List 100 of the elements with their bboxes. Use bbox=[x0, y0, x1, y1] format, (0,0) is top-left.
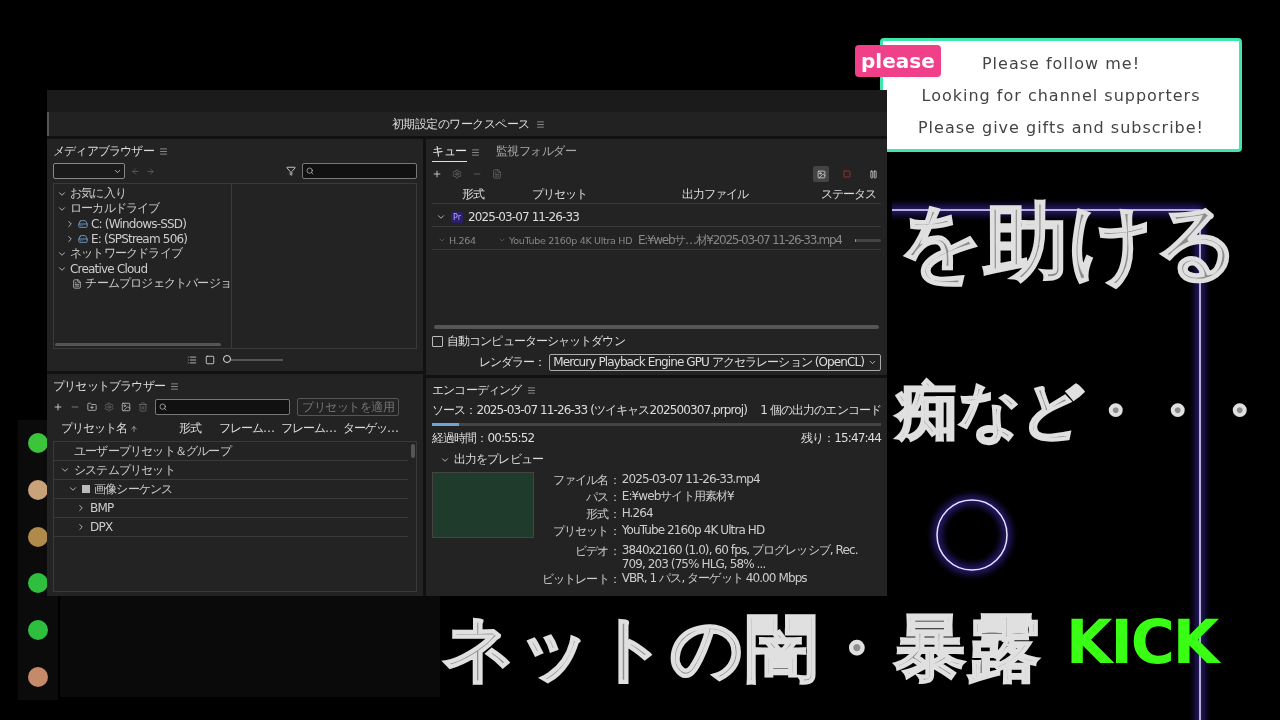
column-header[interactable]: 形式 bbox=[179, 420, 219, 437]
panel-tab[interactable]: 監視フォルダー bbox=[495, 143, 576, 162]
column-header[interactable]: ターゲッ… bbox=[343, 420, 417, 437]
preset-tree-item[interactable]: BMP bbox=[90, 501, 114, 515]
detail-label: プリセット： bbox=[552, 523, 620, 540]
sort-arrow-icon bbox=[130, 424, 138, 433]
search-icon bbox=[159, 403, 167, 411]
preset-tree-item[interactable]: 画像シーケンス bbox=[94, 480, 173, 498]
app-badge: Pr bbox=[451, 211, 463, 223]
chevron-down-icon[interactable] bbox=[68, 484, 78, 494]
tree-item[interactable]: E: (SPStream 506) bbox=[91, 231, 188, 246]
menu-icon[interactable] bbox=[158, 146, 168, 156]
square-icon bbox=[82, 485, 90, 493]
column-header[interactable]: ステータス bbox=[821, 186, 881, 203]
source-text: ソース：2025-03-07 11-26-33 (ツイキャス202500307.prproj) bbox=[432, 402, 747, 419]
chevron-right-icon[interactable] bbox=[76, 522, 86, 532]
detail-value: VBR, 1 パス, ターゲット 40.00 Mbps bbox=[621, 571, 808, 587]
slider-thumb[interactable] bbox=[223, 355, 231, 363]
chevron-right-icon[interactable] bbox=[65, 233, 75, 244]
filter-icon[interactable] bbox=[286, 166, 296, 176]
detail-value: YouTube 2160p 4K Ultra HD bbox=[621, 523, 766, 539]
tree-item[interactable]: Creative Cloud bbox=[70, 261, 148, 276]
emote-icon bbox=[28, 433, 48, 454]
checkbox[interactable] bbox=[432, 336, 443, 347]
renderer-dropdown[interactable]: Mercury Playback Engine GPU アクセラレーション (OpenCL) bbox=[549, 354, 881, 371]
plus-icon[interactable] bbox=[53, 402, 63, 412]
column-header[interactable]: 形式 bbox=[462, 186, 532, 203]
card-text: Please give gifts and subscribe! bbox=[917, 117, 1204, 137]
stop-icon bbox=[843, 170, 851, 178]
output-count: 1 個の出力のエンコード bbox=[760, 402, 881, 419]
detail-label: パス： bbox=[585, 489, 620, 506]
column-header[interactable]: プリセット bbox=[532, 186, 682, 203]
detail-label: ビデオ： bbox=[574, 543, 620, 560]
headline-text: ネットの闇・暴露 bbox=[442, 612, 1042, 684]
scrollbar[interactable] bbox=[55, 343, 221, 346]
detail-value: 2025-03-07 11-26-33.mp4 bbox=[621, 472, 761, 488]
chevron-down-icon[interactable] bbox=[60, 465, 70, 475]
tree-item[interactable]: お気に入り bbox=[70, 185, 126, 202]
panel-title: プリセットブラウザー bbox=[53, 377, 165, 395]
preset-tree-item[interactable]: DPX bbox=[90, 520, 113, 534]
detail-label: ビットレート： bbox=[542, 571, 620, 588]
remaining-time: 残り：15:47:44 bbox=[801, 430, 881, 447]
scrollbar[interactable] bbox=[434, 325, 879, 329]
panel-tab[interactable]: キュー bbox=[432, 143, 467, 162]
plus-icon[interactable] bbox=[432, 169, 442, 179]
pause-icon bbox=[868, 169, 878, 179]
document-icon bbox=[72, 278, 83, 289]
column-header[interactable]: プリセット名 bbox=[61, 420, 127, 437]
emote-icon bbox=[28, 573, 48, 594]
menu-icon[interactable] bbox=[170, 381, 179, 391]
search-field[interactable] bbox=[155, 399, 290, 415]
detail-label: ファイル名： bbox=[552, 472, 620, 489]
tree-item[interactable]: ローカルドライブ bbox=[70, 200, 160, 217]
emote-icon bbox=[28, 480, 48, 500]
menu-icon[interactable] bbox=[470, 148, 480, 157]
encoder-toggle-button[interactable] bbox=[813, 166, 829, 182]
chevron-right-icon[interactable] bbox=[65, 218, 75, 229]
chevron-down-icon[interactable] bbox=[436, 212, 446, 222]
tree-item[interactable]: C: (Windows-SSD) bbox=[91, 216, 187, 231]
renderer-label: レンダラー： bbox=[478, 354, 546, 371]
folder-icon[interactable] bbox=[87, 402, 97, 412]
chevron-right-icon[interactable] bbox=[76, 503, 86, 513]
column-header[interactable]: フレーム… bbox=[281, 420, 343, 437]
format-value[interactable]: H.264 bbox=[449, 234, 476, 246]
tree-item[interactable]: チームプロジェクトバージョ bbox=[85, 275, 231, 292]
elapsed-time: 経過時間：00:55:52 bbox=[432, 430, 535, 447]
preset-tree-item[interactable]: システムプリセット bbox=[74, 461, 175, 479]
output-file-path[interactable]: E:¥webサ…材¥2025-03-07 11-26-33.mp4 bbox=[638, 231, 853, 249]
workspace-title[interactable]: 初期設定のワークスペース bbox=[391, 115, 530, 133]
menu-icon[interactable] bbox=[535, 119, 545, 129]
emote-icon bbox=[28, 619, 48, 640]
drive-icon bbox=[78, 233, 88, 244]
column-header[interactable]: フレーム… bbox=[219, 420, 281, 437]
emote-icon bbox=[28, 526, 48, 547]
detail-value: H.264 bbox=[621, 506, 654, 522]
drive-icon bbox=[78, 218, 88, 229]
preset-value[interactable]: YouTube 2160p 4K Ultra HD bbox=[509, 234, 633, 246]
label-badge: please bbox=[855, 45, 941, 77]
search-field[interactable] bbox=[302, 163, 417, 179]
preset-tree-item[interactable]: ユーザープリセット＆グループ bbox=[74, 442, 231, 460]
emote-icon bbox=[28, 666, 48, 687]
search-icon bbox=[306, 167, 314, 175]
thumbnail-view-icon[interactable] bbox=[205, 355, 215, 365]
column-header[interactable]: 出力ファイル bbox=[682, 186, 821, 203]
tree-item[interactable]: ネットワークドライブ bbox=[70, 245, 182, 262]
image-icon bbox=[816, 169, 826, 179]
location-dropdown[interactable] bbox=[53, 163, 125, 179]
panel-title: メディアブラウザー bbox=[53, 142, 154, 160]
chevron-down-icon bbox=[868, 358, 877, 367]
trash-icon[interactable] bbox=[138, 402, 148, 412]
queue-group-name[interactable]: 2025-03-07 11-26-33 bbox=[468, 210, 579, 224]
menu-icon[interactable] bbox=[526, 385, 536, 395]
list-view-icon[interactable] bbox=[187, 355, 197, 365]
card-text: Looking for channel supporters bbox=[921, 85, 1201, 105]
card-text: Please follow me! bbox=[981, 53, 1141, 73]
preview-toggle[interactable]: 出力をプレビュー bbox=[454, 451, 543, 468]
checkbox-label: 自動コンピューターシャットダウン bbox=[447, 333, 625, 350]
detail-label: 形式： bbox=[585, 506, 620, 523]
panel-title: エンコーディング bbox=[432, 381, 522, 399]
image-icon[interactable] bbox=[121, 402, 131, 412]
